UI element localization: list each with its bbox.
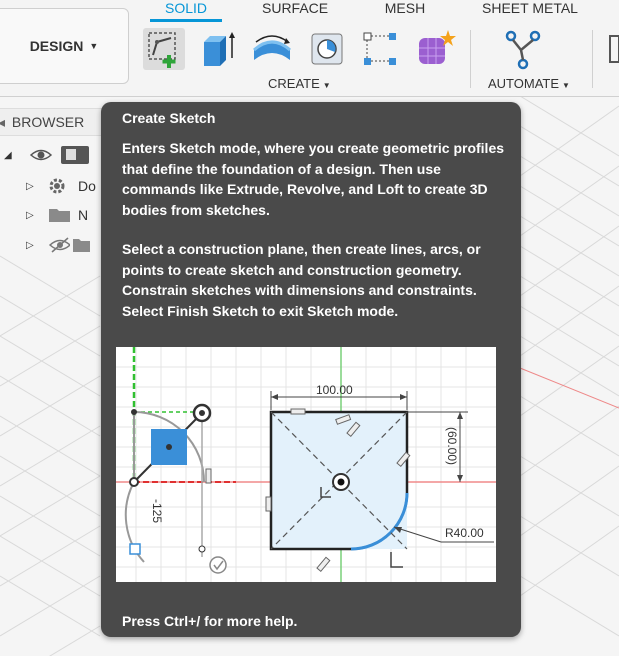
- height-dimension: (60.00): [445, 427, 459, 465]
- tab-mesh[interactable]: MESH: [384, 0, 426, 20]
- automate-menu[interactable]: AUTOMATE ▼: [488, 76, 570, 91]
- component-icon: [61, 146, 89, 164]
- extrude-icon: [204, 32, 235, 66]
- tooltip-description: Enters Sketch mode, where you create geo…: [122, 140, 505, 218]
- create-menu[interactable]: CREATE ▼: [268, 76, 331, 91]
- create-sketch-tooltip: Create Sketch Enters Sketch mode, where …: [101, 102, 521, 637]
- automate-button[interactable]: [502, 28, 544, 70]
- tooltip-title: Create Sketch: [122, 110, 216, 126]
- tree-row-named-views[interactable]: ▷ N: [0, 201, 108, 229]
- tree-row-label: Do: [78, 178, 96, 194]
- eye-hidden-icon[interactable]: [48, 236, 70, 254]
- chevron-down-icon: ▼: [322, 81, 331, 90]
- toolbar: DESIGN ▼ SOLID SURFACE MESH SHEET METAL: [0, 0, 619, 97]
- toolbar-divider: [592, 30, 593, 88]
- tree-row-label: N: [78, 207, 89, 223]
- revolve-icon: [253, 35, 291, 60]
- tab-solid[interactable]: SOLID: [150, 0, 222, 22]
- toolbar-divider: [470, 30, 471, 88]
- eye-icon[interactable]: [30, 147, 52, 163]
- expand-arrow-icon[interactable]: ▷: [26, 181, 36, 192]
- tree-row-root[interactable]: ◢: [0, 141, 108, 169]
- form-icon: [419, 30, 456, 64]
- x-axis-line: [519, 367, 619, 409]
- tree-row-origin[interactable]: ▷: [0, 231, 108, 259]
- tab-sheet-metal[interactable]: SHEET METAL: [482, 0, 578, 20]
- tree-row-document-settings[interactable]: ▷ Do: [0, 172, 108, 200]
- revolve-button[interactable]: [250, 28, 292, 70]
- angle-dimension: -125: [150, 499, 164, 523]
- browser-title: BROWSER: [11, 114, 85, 130]
- chevron-down-icon: ▼: [89, 41, 99, 51]
- expand-arrow-icon[interactable]: ◢: [4, 150, 14, 161]
- tool-icon: [609, 35, 619, 63]
- radius-dimension: R40.00: [445, 526, 484, 540]
- folder-icon: [73, 239, 90, 252]
- sketch-illustration: -125 100.00 (60.00) R40.00: [116, 347, 496, 582]
- gear-icon: [49, 178, 65, 194]
- browser-panel-header[interactable]: ◂ BROWSER: [0, 108, 108, 136]
- sketch-points-button[interactable]: [359, 28, 401, 70]
- collapse-icon[interactable]: ◂: [0, 109, 8, 135]
- expand-arrow-icon[interactable]: ▷: [26, 210, 36, 221]
- hole-button[interactable]: [306, 28, 348, 70]
- sketch-points-icon: [363, 32, 396, 65]
- create-sketch-button[interactable]: [143, 28, 185, 70]
- workspace-label: DESIGN: [29, 38, 84, 54]
- create-sketch-icon: [148, 32, 176, 68]
- automate-icon: [505, 30, 541, 70]
- automate-menu-label: AUTOMATE: [488, 76, 560, 91]
- overflow-tool-button[interactable]: [604, 28, 619, 70]
- extrude-button[interactable]: [196, 28, 238, 70]
- tab-surface[interactable]: SURFACE: [262, 0, 328, 20]
- workspace-switcher[interactable]: DESIGN ▼: [0, 8, 129, 84]
- expand-arrow-icon[interactable]: ▷: [26, 240, 36, 251]
- tooltip-help-hint: Press Ctrl+/ for more help.: [122, 613, 298, 629]
- tooltip-instructions: Select a construction plane, then create…: [122, 241, 481, 319]
- form-button[interactable]: [414, 28, 456, 70]
- tooltip-illustration: -125 100.00 (60.00) R40.00: [116, 347, 496, 582]
- chevron-down-icon: ▼: [562, 81, 570, 90]
- width-dimension: 100.00: [316, 383, 353, 397]
- hole-icon: [311, 33, 343, 65]
- create-menu-label: CREATE: [268, 76, 320, 91]
- folder-icon: [49, 209, 70, 222]
